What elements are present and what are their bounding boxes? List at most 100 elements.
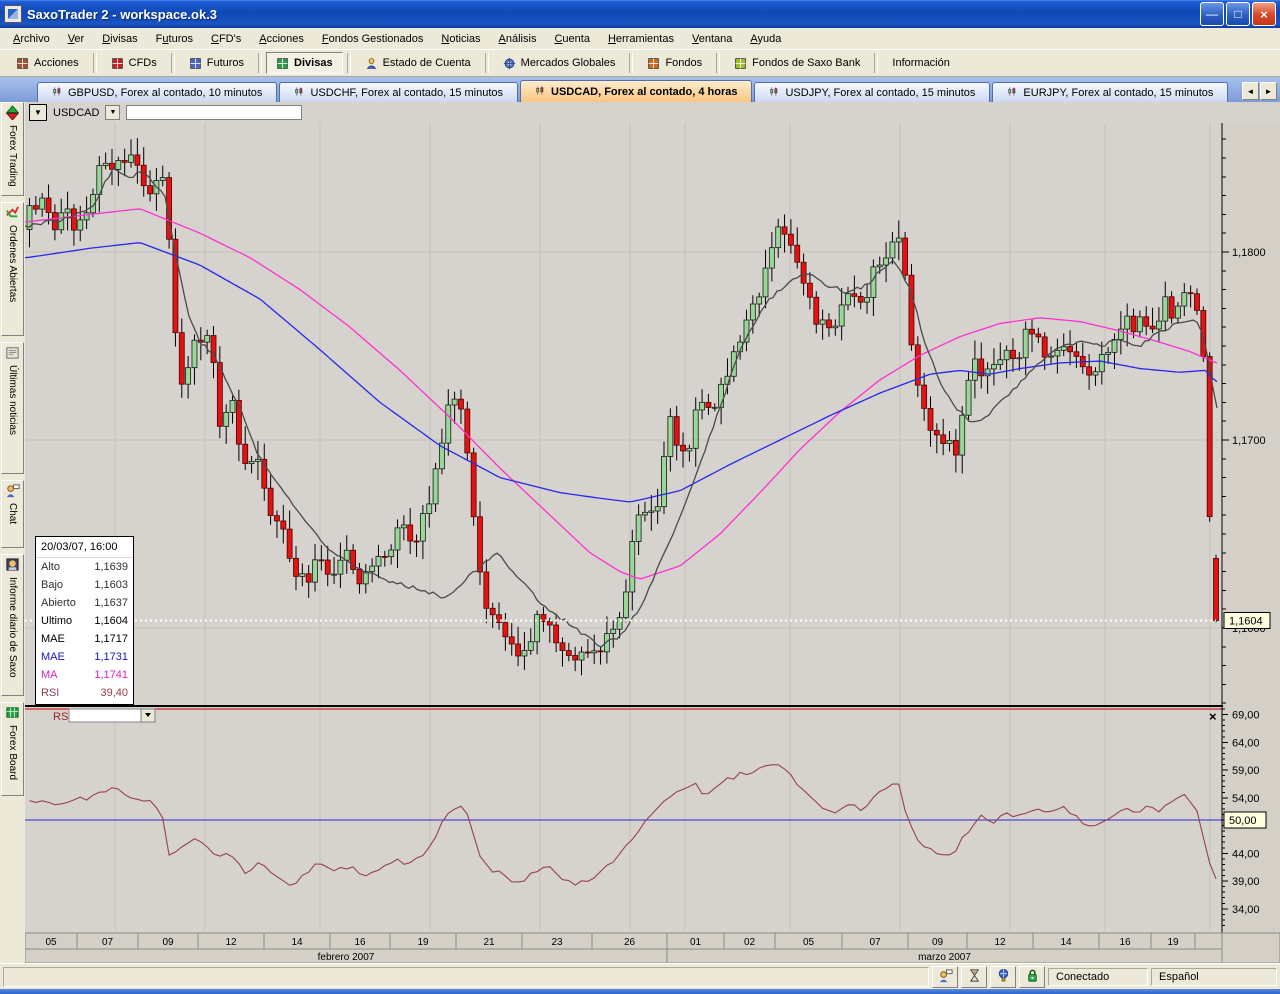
svg-text:09: 09	[162, 937, 174, 948]
sidebar-item-label: Forex Trading	[7, 125, 18, 187]
toolbar-button-futuros[interactable]: Futuros	[179, 52, 254, 74]
svg-text:14: 14	[291, 937, 303, 948]
chart-menu-dropdown[interactable]: ▼	[29, 104, 47, 121]
toolbar-separator	[629, 53, 633, 73]
svg-text:39,00: 39,00	[1232, 876, 1260, 888]
date-axis: 05070912141619212326010205070912141619fe…	[25, 933, 1280, 963]
lock-icon	[1025, 968, 1040, 986]
svg-text:09: 09	[932, 937, 944, 948]
restore-button[interactable]: □	[1226, 2, 1250, 26]
app-icon	[4, 5, 22, 23]
svg-text:16: 16	[354, 937, 366, 948]
menu-item-noticias[interactable]: Noticias	[432, 30, 489, 48]
network-icon	[996, 968, 1011, 986]
tooltip-row-mae: MAE1,1731	[36, 648, 133, 666]
svg-text:19: 19	[417, 937, 429, 948]
sidebar-item-chat[interactable]: Chat	[1, 480, 24, 548]
close-button[interactable]: ×	[1252, 2, 1276, 26]
last-price-badge: 1,1604	[1229, 615, 1263, 627]
window-titlebar: SaxoTrader 2 - workspace.ok.3 — □ ×	[0, 0, 1280, 28]
toolbar-button-label: Mercados Globales	[521, 57, 616, 69]
tab-label: GBPUSD, Forex al contado, 10 minutos	[68, 87, 262, 99]
toolbar-button-label: Futuros	[207, 57, 244, 69]
toolbar-separator	[874, 53, 878, 73]
rsi-close-button[interactable]: ×	[1209, 709, 1217, 724]
svg-text:febrero 2007: febrero 2007	[318, 952, 375, 963]
toolbar-button-cfds[interactable]: CFDs	[101, 52, 167, 74]
toolbar-button-estado-de-cuenta[interactable]: Estado de Cuenta	[355, 52, 481, 74]
toolbar-button-fondos[interactable]: Fondos	[637, 52, 712, 74]
svg-text:54,00: 54,00	[1232, 793, 1260, 805]
menu-item-herramientas[interactable]: Herramientas	[599, 30, 683, 48]
toolbar-button-mercados-globales[interactable]: Mercados Globales	[493, 52, 626, 74]
network-button[interactable]	[990, 966, 1016, 988]
toolbar-separator	[716, 53, 720, 73]
tab-eurjpy[interactable]: EURJPY, Forex al contado, 15 minutos	[992, 82, 1228, 102]
tab-label: EURJPY, Forex al contado, 15 minutos	[1023, 87, 1213, 99]
svg-text:34,00: 34,00	[1232, 904, 1260, 916]
tab-scroll-right[interactable]: ►	[1260, 82, 1277, 100]
tab-chart-icon	[769, 86, 780, 100]
svg-text:21: 21	[483, 937, 495, 948]
menu-item-divisas[interactable]: Divisas	[93, 30, 146, 48]
chart-tabstrip: GBPUSD, Forex al contado, 10 minutos USDC…	[0, 77, 1280, 102]
tooltip-row-mae: MAE1,1717	[36, 630, 133, 648]
menu-item-cfd-s[interactable]: CFD's	[202, 30, 250, 48]
menu-item-ventana[interactable]: Ventana	[683, 30, 741, 48]
toolbar-button-fondos-de-saxo-bank[interactable]: Fondos de Saxo Bank	[724, 52, 870, 74]
chat-icon	[5, 483, 20, 501]
hourglass-button[interactable]	[961, 966, 987, 988]
acciones-icon	[16, 57, 29, 70]
sidebar-item-forex-trading[interactable]: Forex Trading	[1, 102, 24, 196]
toolbar-button-acciones[interactable]: Acciones	[6, 52, 89, 74]
toolbar-button-label: CFDs	[129, 57, 157, 69]
tab-scroll-left[interactable]: ◄	[1242, 82, 1259, 100]
menu-item-an-lisis[interactable]: Análisis	[490, 30, 546, 48]
chart-search-field[interactable]	[126, 105, 302, 120]
rsi-settings-field	[69, 709, 141, 722]
toolbar-button-informaci-n[interactable]: Información	[882, 52, 959, 74]
tooltip-datetime: 20/03/07, 16:00	[36, 538, 133, 558]
tab-gbpusd[interactable]: GBPUSD, Forex al contado, 10 minutos	[37, 82, 277, 102]
menu-bar: ArchivoVerDivisasFuturosCFD'sAccionesFon…	[0, 28, 1280, 50]
menu-item-archivo[interactable]: Archivo	[4, 30, 59, 48]
menu-item-cuenta[interactable]: Cuenta	[545, 30, 598, 48]
sidebar-item-forex-board[interactable]: Forex Board	[1, 702, 24, 796]
menu-item-futuros[interactable]: Futuros	[147, 30, 202, 48]
toolbar-button-divisas[interactable]: Divisas	[266, 52, 343, 74]
svg-text:marzo 2007: marzo 2007	[918, 952, 971, 963]
tab-label: USDCHF, Forex al contado, 15 minutos	[310, 87, 503, 99]
tab-usdjpy[interactable]: USDJPY, Forex al contado, 15 minutos	[754, 82, 990, 102]
minimize-button[interactable]: —	[1200, 2, 1224, 26]
svg-text:23: 23	[551, 937, 563, 948]
window-title: SaxoTrader 2 - workspace.ok.3	[27, 7, 1200, 22]
cfds-icon	[111, 57, 124, 70]
svg-text:14: 14	[1060, 937, 1072, 948]
chat-status-button[interactable]	[932, 966, 958, 988]
divisas-icon	[276, 57, 289, 70]
menu-item-acciones[interactable]: Acciones	[250, 30, 313, 48]
menu-item-fondos-gestionados[interactable]: Fondos Gestionados	[313, 30, 433, 48]
toolbar-button-label: Fondos	[665, 57, 702, 69]
tab-usdcad[interactable]: USDCAD, Forex al contado, 4 horas	[520, 80, 752, 102]
menu-item-ver[interactable]: Ver	[59, 30, 94, 48]
fondos-icon	[647, 57, 660, 70]
toolbar-separator	[347, 53, 351, 73]
svg-text:12: 12	[994, 937, 1006, 948]
sidebar-item-informe-diario-de-saxo[interactable]: Informe diario de Saxo	[1, 554, 24, 696]
rsi-dropdown[interactable]	[141, 709, 155, 722]
tab-label: USDCAD, Forex al contado, 4 horas	[551, 86, 737, 98]
tab-usdchf[interactable]: USDCHF, Forex al contado, 15 minutos	[279, 82, 518, 102]
sidebar-item--ltimas-noticias[interactable]: Últimas noticias	[1, 342, 24, 474]
menu-item-ayuda[interactable]: Ayuda	[741, 30, 790, 48]
svg-text:69,00: 69,00	[1232, 710, 1260, 722]
sidebar-item-ordenes-abiertas[interactable]: Ordenes Abiertas	[1, 202, 24, 336]
lock-button[interactable]	[1019, 966, 1045, 988]
chart-panel: ▼ USDCAD ▼ RSI×1,18001,17001,16001,16046…	[25, 102, 1280, 963]
toolbar-separator	[258, 53, 262, 73]
price-chart: RSI×1,18001,17001,16001,160469,0064,0059…	[25, 123, 1280, 963]
rsi-mid-badge: 50,00	[1229, 815, 1257, 827]
language-status: Español	[1151, 968, 1277, 986]
symbol-dropdown[interactable]: ▼	[105, 105, 120, 120]
estado-cuenta-icon	[365, 57, 378, 70]
